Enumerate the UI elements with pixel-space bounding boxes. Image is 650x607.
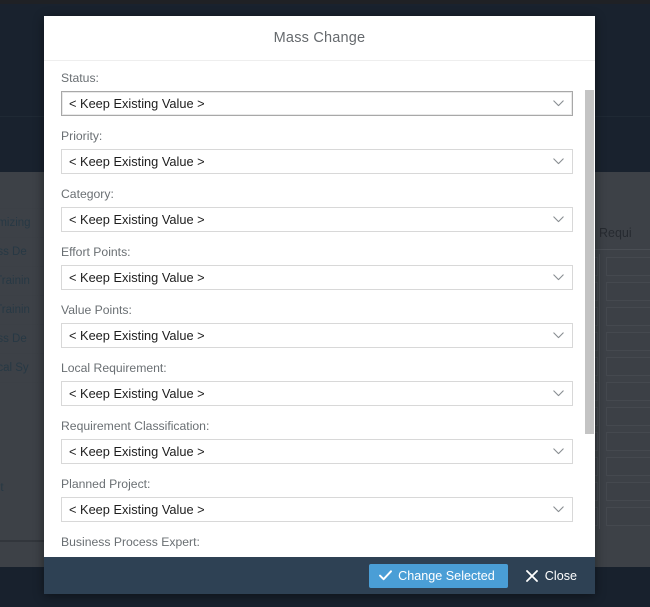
form-field: Category: < Keep Existing Value >: [61, 187, 573, 232]
dialog-scrollbar[interactable]: [584, 61, 595, 557]
dropdown-select[interactable]: < Keep Existing Value >: [61, 439, 573, 464]
dropdown-selected-value: < Keep Existing Value >: [69, 444, 205, 459]
form-field: Value Points: < Keep Existing Value >: [61, 303, 573, 348]
dialog-title: Mass Change: [273, 30, 366, 46]
form-field: Priority: < Keep Existing Value >: [61, 129, 573, 174]
dropdown-selected-value: < Keep Existing Value >: [69, 96, 205, 111]
dialog-body: Status: < Keep Existing Value > Priority: <…: [44, 61, 595, 557]
chevron-down-icon: [553, 506, 564, 513]
dropdown-select[interactable]: < Keep Existing Value >: [61, 265, 573, 290]
mass-change-form: Status: < Keep Existing Value > Priority: <…: [44, 71, 595, 550]
close-label: Close: [544, 568, 577, 583]
dropdown-select[interactable]: < Keep Existing Value >: [61, 323, 573, 348]
dropdown-select[interactable]: < Keep Existing Value >: [61, 149, 573, 174]
form-field: Requirement Classification: < Keep Existi…: [61, 419, 573, 464]
field-label: Planned Project:: [61, 477, 151, 491]
dropdown-select[interactable]: < Keep Existing Value >: [61, 497, 573, 522]
dropdown-select[interactable]: < Keep Existing Value >: [61, 91, 573, 116]
dropdown-selected-value: < Keep Existing Value >: [69, 328, 205, 343]
dropdown-selected-value: < Keep Existing Value >: [69, 502, 205, 517]
dialog-footer: Change Selected Close: [44, 557, 595, 594]
chevron-down-icon: [553, 448, 564, 455]
field-label: Priority:: [61, 129, 103, 143]
form-field: Business Process Expert:: [61, 535, 573, 550]
close-x-icon: [525, 569, 538, 582]
chevron-down-icon: [553, 216, 564, 223]
close-button[interactable]: Close: [520, 564, 583, 588]
dropdown-selected-value: < Keep Existing Value >: [69, 212, 205, 227]
field-label: Effort Points:: [61, 245, 131, 259]
dialog-scrollbar-thumb[interactable]: [585, 90, 594, 434]
field-label: Value Points:: [61, 303, 132, 317]
change-selected-button[interactable]: Change Selected: [369, 563, 508, 588]
form-field: Status: < Keep Existing Value >: [61, 71, 573, 116]
change-selected-label: Change Selected: [398, 568, 495, 583]
dropdown-select[interactable]: < Keep Existing Value >: [61, 381, 573, 406]
chevron-down-icon: [553, 100, 564, 107]
field-label: Status:: [61, 71, 99, 85]
dropdown-selected-value: < Keep Existing Value >: [69, 154, 205, 169]
field-label: Requirement Classification:: [61, 419, 210, 433]
screen: stomizinginess Deer Traininer Traininine…: [0, 0, 650, 607]
form-field: Planned Project: < Keep Existing Value >: [61, 477, 573, 522]
dropdown-selected-value: < Keep Existing Value >: [69, 386, 205, 401]
field-label: Local Requirement:: [61, 361, 167, 375]
dialog-header: Mass Change: [44, 16, 595, 61]
chevron-down-icon: [553, 390, 564, 397]
dropdown-select[interactable]: < Keep Existing Value >: [61, 207, 573, 232]
mass-change-dialog: Mass Change Status: < Keep Existing Value…: [44, 16, 595, 594]
check-icon: [379, 570, 393, 581]
form-field: Effort Points: < Keep Existing Value >: [61, 245, 573, 290]
chevron-down-icon: [553, 332, 564, 339]
field-label: Business Process Expert:: [61, 535, 200, 549]
form-field: Local Requirement: < Keep Existing Value …: [61, 361, 573, 406]
field-label: Category:: [61, 187, 114, 201]
dropdown-selected-value: < Keep Existing Value >: [69, 270, 205, 285]
chevron-down-icon: [553, 274, 564, 281]
chevron-down-icon: [553, 158, 564, 165]
